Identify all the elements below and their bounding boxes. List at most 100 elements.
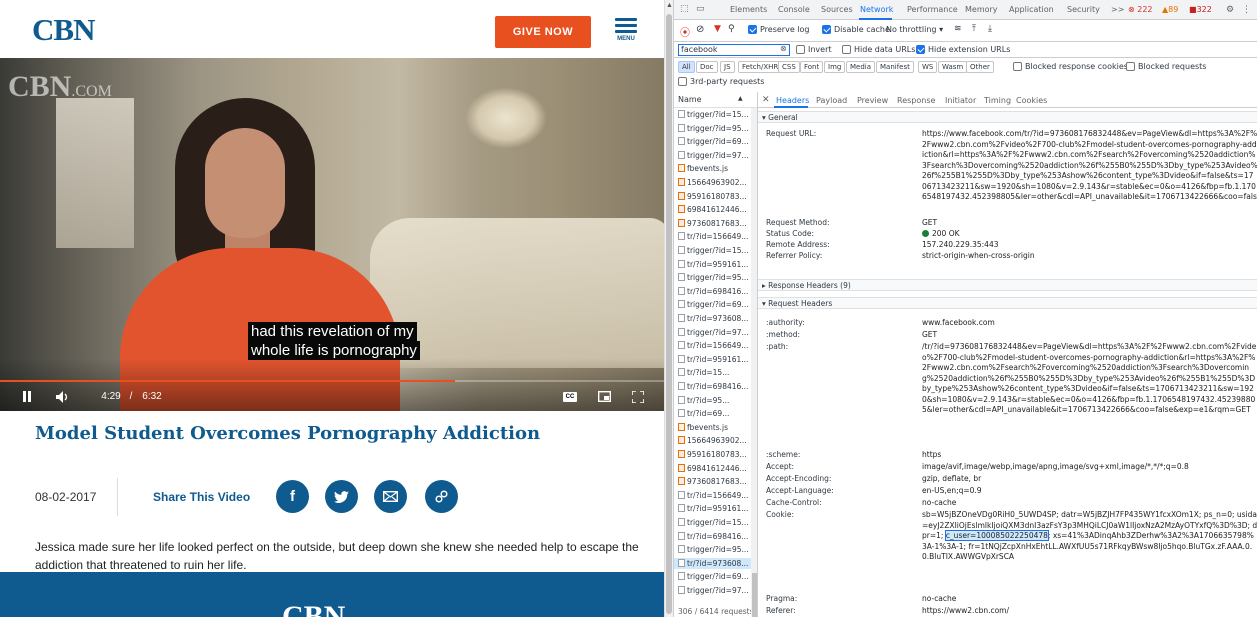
request-row[interactable]: trigger/?id=15... xyxy=(674,245,752,256)
request-row[interactable]: tr/?id=973608... xyxy=(674,557,752,569)
type-filter-doc[interactable]: Doc xyxy=(696,61,718,73)
volume-button[interactable] xyxy=(52,382,74,411)
request-row[interactable]: 95916180783... xyxy=(674,191,752,202)
tab-performance[interactable]: Performance xyxy=(907,5,958,14)
type-filter-all[interactable]: All xyxy=(678,61,695,73)
request-row[interactable]: tr/?id=15... xyxy=(674,367,752,378)
record-icon[interactable]: ⦿ xyxy=(680,24,690,39)
hide-data-urls-checkbox[interactable]: Hide data URLs xyxy=(842,45,915,54)
search-icon[interactable]: ⚲ xyxy=(728,24,735,34)
throttling-select[interactable]: No throttling ▾ xyxy=(886,25,943,34)
cbn-logo[interactable]: CBN xyxy=(32,12,95,48)
type-filter-other[interactable]: Other xyxy=(966,61,994,73)
pause-button[interactable] xyxy=(16,382,38,411)
preserve-log-checkbox[interactable]: Preserve log xyxy=(748,25,810,34)
tab-timing[interactable]: Timing xyxy=(984,96,1011,105)
third-party-checkbox[interactable]: 3rd-party requests xyxy=(678,77,764,86)
video-player[interactable]: CBN.COM had this revelation of my whole … xyxy=(0,58,664,411)
tab-response[interactable]: Response xyxy=(897,96,935,105)
tab-initiator[interactable]: Initiator xyxy=(945,96,976,105)
disable-cache-checkbox[interactable]: Disable cache xyxy=(822,25,890,34)
request-row[interactable]: tr/?id=959161... xyxy=(674,259,752,270)
menu-button[interactable]: MENU xyxy=(611,18,641,48)
request-row[interactable]: 69841612446... xyxy=(674,463,752,474)
blocked-cookies-checkbox[interactable]: Blocked response cookies xyxy=(1013,62,1128,71)
type-filter-css[interactable]: CSS xyxy=(778,61,800,73)
email-share-button[interactable] xyxy=(374,480,407,513)
type-filter-wasm[interactable]: Wasm xyxy=(938,61,968,73)
copy-link-button[interactable] xyxy=(425,480,458,513)
request-row[interactable]: tr/?id=959161... xyxy=(674,354,752,365)
type-filter-media[interactable]: Media xyxy=(846,61,876,73)
tab-payload[interactable]: Payload xyxy=(816,96,847,105)
type-filter-manifest[interactable]: Manifest xyxy=(876,61,914,73)
tab-network[interactable]: Network xyxy=(860,5,893,14)
blocked-requests-checkbox[interactable]: Blocked requests xyxy=(1126,62,1206,71)
type-filter-fetchxhr[interactable]: Fetch/XHR xyxy=(738,61,783,73)
request-row[interactable]: 15664963902... xyxy=(674,435,752,446)
tab-application[interactable]: Application xyxy=(1009,5,1054,14)
request-row[interactable]: tr/?id=698416... xyxy=(674,286,752,297)
cookie-user-id-highlight[interactable]: c_user=100085022250478 xyxy=(944,530,1049,541)
close-icon[interactable]: ✕ xyxy=(762,95,770,105)
request-row[interactable]: 15664963902... xyxy=(674,177,752,188)
request-row[interactable]: fbevents.js xyxy=(674,422,752,433)
more-tabs-button[interactable]: >> xyxy=(1111,5,1124,14)
request-row[interactable]: trigger/?id=95... xyxy=(674,123,752,134)
clear-icon[interactable]: ⊘ xyxy=(696,24,704,35)
hide-extension-urls-checkbox[interactable]: Hide extension URLs xyxy=(916,45,1010,54)
response-headers-section-header[interactable]: ▸ Response Headers (9) xyxy=(758,279,1257,291)
request-list-scrollbar[interactable] xyxy=(751,108,757,617)
type-filter-ws[interactable]: WS xyxy=(918,61,938,73)
tab-headers[interactable]: Headers xyxy=(776,96,809,105)
issue-count[interactable]: ■322 xyxy=(1189,5,1212,14)
settings-gear-icon[interactable]: ⚙ xyxy=(1226,5,1234,15)
scrollbar-thumb[interactable] xyxy=(666,14,672,614)
scrollbar-thumb[interactable] xyxy=(752,573,757,617)
type-filter-font[interactable]: Font xyxy=(800,61,824,73)
type-filter-js[interactable]: JS xyxy=(720,61,735,73)
request-row[interactable]: tr/?id=156649... xyxy=(674,490,752,501)
scroll-up-arrow-icon[interactable]: ▲ xyxy=(666,2,673,9)
request-row[interactable]: trigger/?id=97... xyxy=(674,150,752,161)
tab-memory[interactable]: Memory xyxy=(965,5,998,14)
request-row[interactable]: tr/?id=69... xyxy=(674,408,752,419)
general-section-header[interactable]: ▾ General xyxy=(758,111,1257,123)
request-row[interactable]: tr/?id=95... xyxy=(674,395,752,406)
request-row[interactable]: trigger/?id=69... xyxy=(674,136,752,147)
request-row[interactable]: trigger/?id=95... xyxy=(674,272,752,283)
kebab-menu-icon[interactable]: ⋮ xyxy=(1242,5,1251,15)
error-count[interactable]: ⊗ 222 xyxy=(1128,5,1153,14)
tab-security[interactable]: Security xyxy=(1067,5,1100,14)
request-row[interactable]: trigger/?id=95... xyxy=(674,544,752,555)
tab-console[interactable]: Console xyxy=(778,5,810,14)
clear-filter-icon[interactable]: ⊗ xyxy=(780,44,787,53)
facebook-share-button[interactable]: f xyxy=(276,480,309,513)
request-row[interactable]: trigger/?id=69... xyxy=(674,299,752,310)
request-row[interactable]: trigger/?id=97... xyxy=(674,327,752,338)
request-row[interactable]: tr/?id=698416... xyxy=(674,381,752,392)
type-filter-img[interactable]: Img xyxy=(824,61,846,73)
inspect-element-icon[interactable]: ⬚ xyxy=(680,4,689,14)
request-row[interactable]: tr/?id=156649... xyxy=(674,340,752,351)
page-scrollbar[interactable]: ▲ xyxy=(664,0,673,617)
picture-in-picture-button[interactable] xyxy=(594,382,614,411)
request-row[interactable]: 69841612446... xyxy=(674,204,752,215)
tab-elements[interactable]: Elements xyxy=(730,5,767,14)
request-row[interactable]: tr/?id=959161... xyxy=(674,503,752,514)
footer-logo[interactable]: CBN xyxy=(282,600,345,617)
name-column-header[interactable]: Name ▲ xyxy=(674,92,757,108)
request-row[interactable]: tr/?id=698416... xyxy=(674,531,752,542)
request-row[interactable]: tr/?id=156649... xyxy=(674,231,752,242)
tab-preview[interactable]: Preview xyxy=(857,96,888,105)
request-row[interactable]: trigger/?id=15... xyxy=(674,517,752,528)
request-row[interactable]: 97360817683... xyxy=(674,476,752,487)
device-toolbar-icon[interactable]: ▭ xyxy=(696,4,705,14)
tab-sources[interactable]: Sources xyxy=(821,5,853,14)
download-icon[interactable]: ⤓ xyxy=(988,24,992,34)
filter-input[interactable]: facebook xyxy=(678,44,790,56)
warning-count[interactable]: ▲89 xyxy=(1162,5,1178,14)
twitter-share-button[interactable] xyxy=(325,480,358,513)
fullscreen-button[interactable] xyxy=(628,382,648,411)
request-row[interactable]: trigger/?id=97... xyxy=(674,585,752,596)
